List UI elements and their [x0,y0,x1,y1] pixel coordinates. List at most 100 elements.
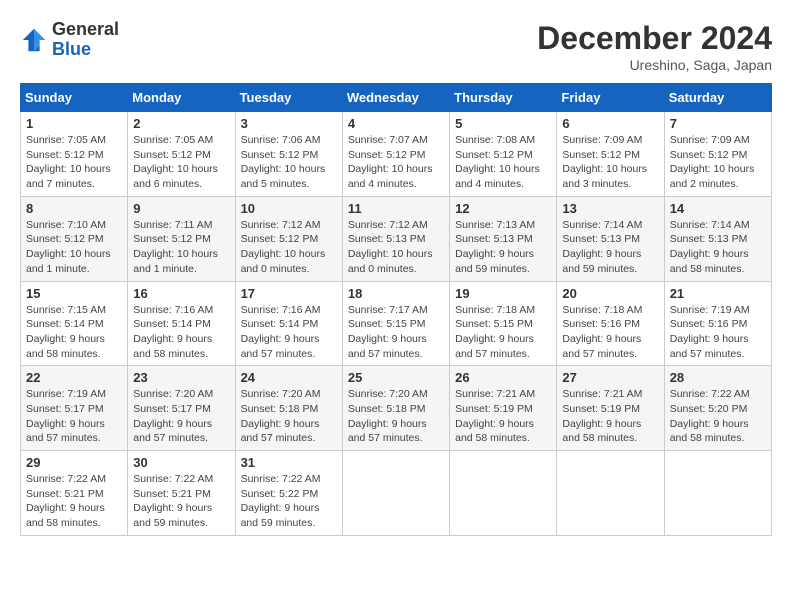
weekday-header-row: Sunday Monday Tuesday Wednesday Thursday… [21,84,772,112]
calendar-cell: 17 Sunrise: 7:16 AM Sunset: 5:14 PM Dayl… [235,281,342,366]
calendar-cell: 11 Sunrise: 7:12 AM Sunset: 5:13 PM Dayl… [342,196,449,281]
calendar-cell [450,451,557,536]
day-detail: Sunrise: 7:07 AM Sunset: 5:12 PM Dayligh… [348,133,444,192]
day-detail: Sunrise: 7:13 AM Sunset: 5:13 PM Dayligh… [455,218,551,277]
day-number: 14 [670,201,766,216]
calendar-cell: 9 Sunrise: 7:11 AM Sunset: 5:12 PM Dayli… [128,196,235,281]
day-detail: Sunrise: 7:22 AM Sunset: 5:22 PM Dayligh… [241,472,337,531]
day-detail: Sunrise: 7:18 AM Sunset: 5:16 PM Dayligh… [562,303,658,362]
calendar-cell: 8 Sunrise: 7:10 AM Sunset: 5:12 PM Dayli… [21,196,128,281]
day-detail: Sunrise: 7:11 AM Sunset: 5:12 PM Dayligh… [133,218,229,277]
day-detail: Sunrise: 7:08 AM Sunset: 5:12 PM Dayligh… [455,133,551,192]
day-number: 2 [133,116,229,131]
calendar-cell: 19 Sunrise: 7:18 AM Sunset: 5:15 PM Dayl… [450,281,557,366]
header-monday: Monday [128,84,235,112]
day-detail: Sunrise: 7:16 AM Sunset: 5:14 PM Dayligh… [133,303,229,362]
day-number: 31 [241,455,337,470]
calendar-cell: 27 Sunrise: 7:21 AM Sunset: 5:19 PM Dayl… [557,366,664,451]
day-detail: Sunrise: 7:12 AM Sunset: 5:12 PM Dayligh… [241,218,337,277]
calendar-cell: 14 Sunrise: 7:14 AM Sunset: 5:13 PM Dayl… [664,196,771,281]
calendar-week-row: 8 Sunrise: 7:10 AM Sunset: 5:12 PM Dayli… [21,196,772,281]
day-detail: Sunrise: 7:09 AM Sunset: 5:12 PM Dayligh… [670,133,766,192]
day-detail: Sunrise: 7:06 AM Sunset: 5:12 PM Dayligh… [241,133,337,192]
day-number: 18 [348,286,444,301]
day-detail: Sunrise: 7:15 AM Sunset: 5:14 PM Dayligh… [26,303,122,362]
header-sunday: Sunday [21,84,128,112]
calendar-cell [342,451,449,536]
day-number: 15 [26,286,122,301]
calendar-week-row: 1 Sunrise: 7:05 AM Sunset: 5:12 PM Dayli… [21,112,772,197]
day-number: 5 [455,116,551,131]
day-detail: Sunrise: 7:14 AM Sunset: 5:13 PM Dayligh… [562,218,658,277]
calendar-cell: 23 Sunrise: 7:20 AM Sunset: 5:17 PM Dayl… [128,366,235,451]
day-detail: Sunrise: 7:16 AM Sunset: 5:14 PM Dayligh… [241,303,337,362]
location: Ureshino, Saga, Japan [537,57,772,73]
day-number: 16 [133,286,229,301]
day-number: 10 [241,201,337,216]
logo: General Blue [20,20,119,60]
day-number: 20 [562,286,658,301]
header-tuesday: Tuesday [235,84,342,112]
logo-icon [20,26,48,54]
day-detail: Sunrise: 7:19 AM Sunset: 5:16 PM Dayligh… [670,303,766,362]
day-detail: Sunrise: 7:10 AM Sunset: 5:12 PM Dayligh… [26,218,122,277]
day-number: 1 [26,116,122,131]
day-detail: Sunrise: 7:18 AM Sunset: 5:15 PM Dayligh… [455,303,551,362]
day-detail: Sunrise: 7:20 AM Sunset: 5:18 PM Dayligh… [348,387,444,446]
calendar-cell: 30 Sunrise: 7:22 AM Sunset: 5:21 PM Dayl… [128,451,235,536]
page-header: General Blue December 2024 Ureshino, Sag… [20,20,772,73]
calendar-cell: 21 Sunrise: 7:19 AM Sunset: 5:16 PM Dayl… [664,281,771,366]
day-detail: Sunrise: 7:12 AM Sunset: 5:13 PM Dayligh… [348,218,444,277]
calendar-cell: 20 Sunrise: 7:18 AM Sunset: 5:16 PM Dayl… [557,281,664,366]
day-detail: Sunrise: 7:22 AM Sunset: 5:20 PM Dayligh… [670,387,766,446]
month-title: December 2024 [537,20,772,57]
day-number: 13 [562,201,658,216]
day-detail: Sunrise: 7:09 AM Sunset: 5:12 PM Dayligh… [562,133,658,192]
calendar-cell [557,451,664,536]
calendar-cell: 16 Sunrise: 7:16 AM Sunset: 5:14 PM Dayl… [128,281,235,366]
day-number: 30 [133,455,229,470]
day-detail: Sunrise: 7:20 AM Sunset: 5:18 PM Dayligh… [241,387,337,446]
day-detail: Sunrise: 7:22 AM Sunset: 5:21 PM Dayligh… [133,472,229,531]
calendar-cell: 2 Sunrise: 7:05 AM Sunset: 5:12 PM Dayli… [128,112,235,197]
header-saturday: Saturday [664,84,771,112]
calendar-cell: 12 Sunrise: 7:13 AM Sunset: 5:13 PM Dayl… [450,196,557,281]
day-number: 23 [133,370,229,385]
calendar-cell: 4 Sunrise: 7:07 AM Sunset: 5:12 PM Dayli… [342,112,449,197]
calendar-cell: 24 Sunrise: 7:20 AM Sunset: 5:18 PM Dayl… [235,366,342,451]
calendar-cell: 13 Sunrise: 7:14 AM Sunset: 5:13 PM Dayl… [557,196,664,281]
day-number: 4 [348,116,444,131]
calendar-cell: 6 Sunrise: 7:09 AM Sunset: 5:12 PM Dayli… [557,112,664,197]
calendar-week-row: 15 Sunrise: 7:15 AM Sunset: 5:14 PM Dayl… [21,281,772,366]
day-number: 9 [133,201,229,216]
day-detail: Sunrise: 7:14 AM Sunset: 5:13 PM Dayligh… [670,218,766,277]
calendar-table: Sunday Monday Tuesday Wednesday Thursday… [20,83,772,536]
day-number: 26 [455,370,551,385]
day-number: 29 [26,455,122,470]
day-number: 6 [562,116,658,131]
calendar-cell: 25 Sunrise: 7:20 AM Sunset: 5:18 PM Dayl… [342,366,449,451]
header-friday: Friday [557,84,664,112]
calendar-cell: 18 Sunrise: 7:17 AM Sunset: 5:15 PM Dayl… [342,281,449,366]
day-number: 28 [670,370,766,385]
logo-general: General [52,20,119,40]
day-number: 17 [241,286,337,301]
day-number: 3 [241,116,337,131]
calendar-week-row: 29 Sunrise: 7:22 AM Sunset: 5:21 PM Dayl… [21,451,772,536]
calendar-cell: 28 Sunrise: 7:22 AM Sunset: 5:20 PM Dayl… [664,366,771,451]
day-detail: Sunrise: 7:05 AM Sunset: 5:12 PM Dayligh… [133,133,229,192]
header-wednesday: Wednesday [342,84,449,112]
calendar-cell [664,451,771,536]
calendar-cell: 22 Sunrise: 7:19 AM Sunset: 5:17 PM Dayl… [21,366,128,451]
title-section: December 2024 Ureshino, Saga, Japan [537,20,772,73]
calendar-cell: 31 Sunrise: 7:22 AM Sunset: 5:22 PM Dayl… [235,451,342,536]
calendar-cell: 29 Sunrise: 7:22 AM Sunset: 5:21 PM Dayl… [21,451,128,536]
day-detail: Sunrise: 7:21 AM Sunset: 5:19 PM Dayligh… [455,387,551,446]
day-detail: Sunrise: 7:19 AM Sunset: 5:17 PM Dayligh… [26,387,122,446]
day-detail: Sunrise: 7:20 AM Sunset: 5:17 PM Dayligh… [133,387,229,446]
day-detail: Sunrise: 7:22 AM Sunset: 5:21 PM Dayligh… [26,472,122,531]
day-detail: Sunrise: 7:17 AM Sunset: 5:15 PM Dayligh… [348,303,444,362]
header-thursday: Thursday [450,84,557,112]
calendar-week-row: 22 Sunrise: 7:19 AM Sunset: 5:17 PM Dayl… [21,366,772,451]
day-number: 22 [26,370,122,385]
